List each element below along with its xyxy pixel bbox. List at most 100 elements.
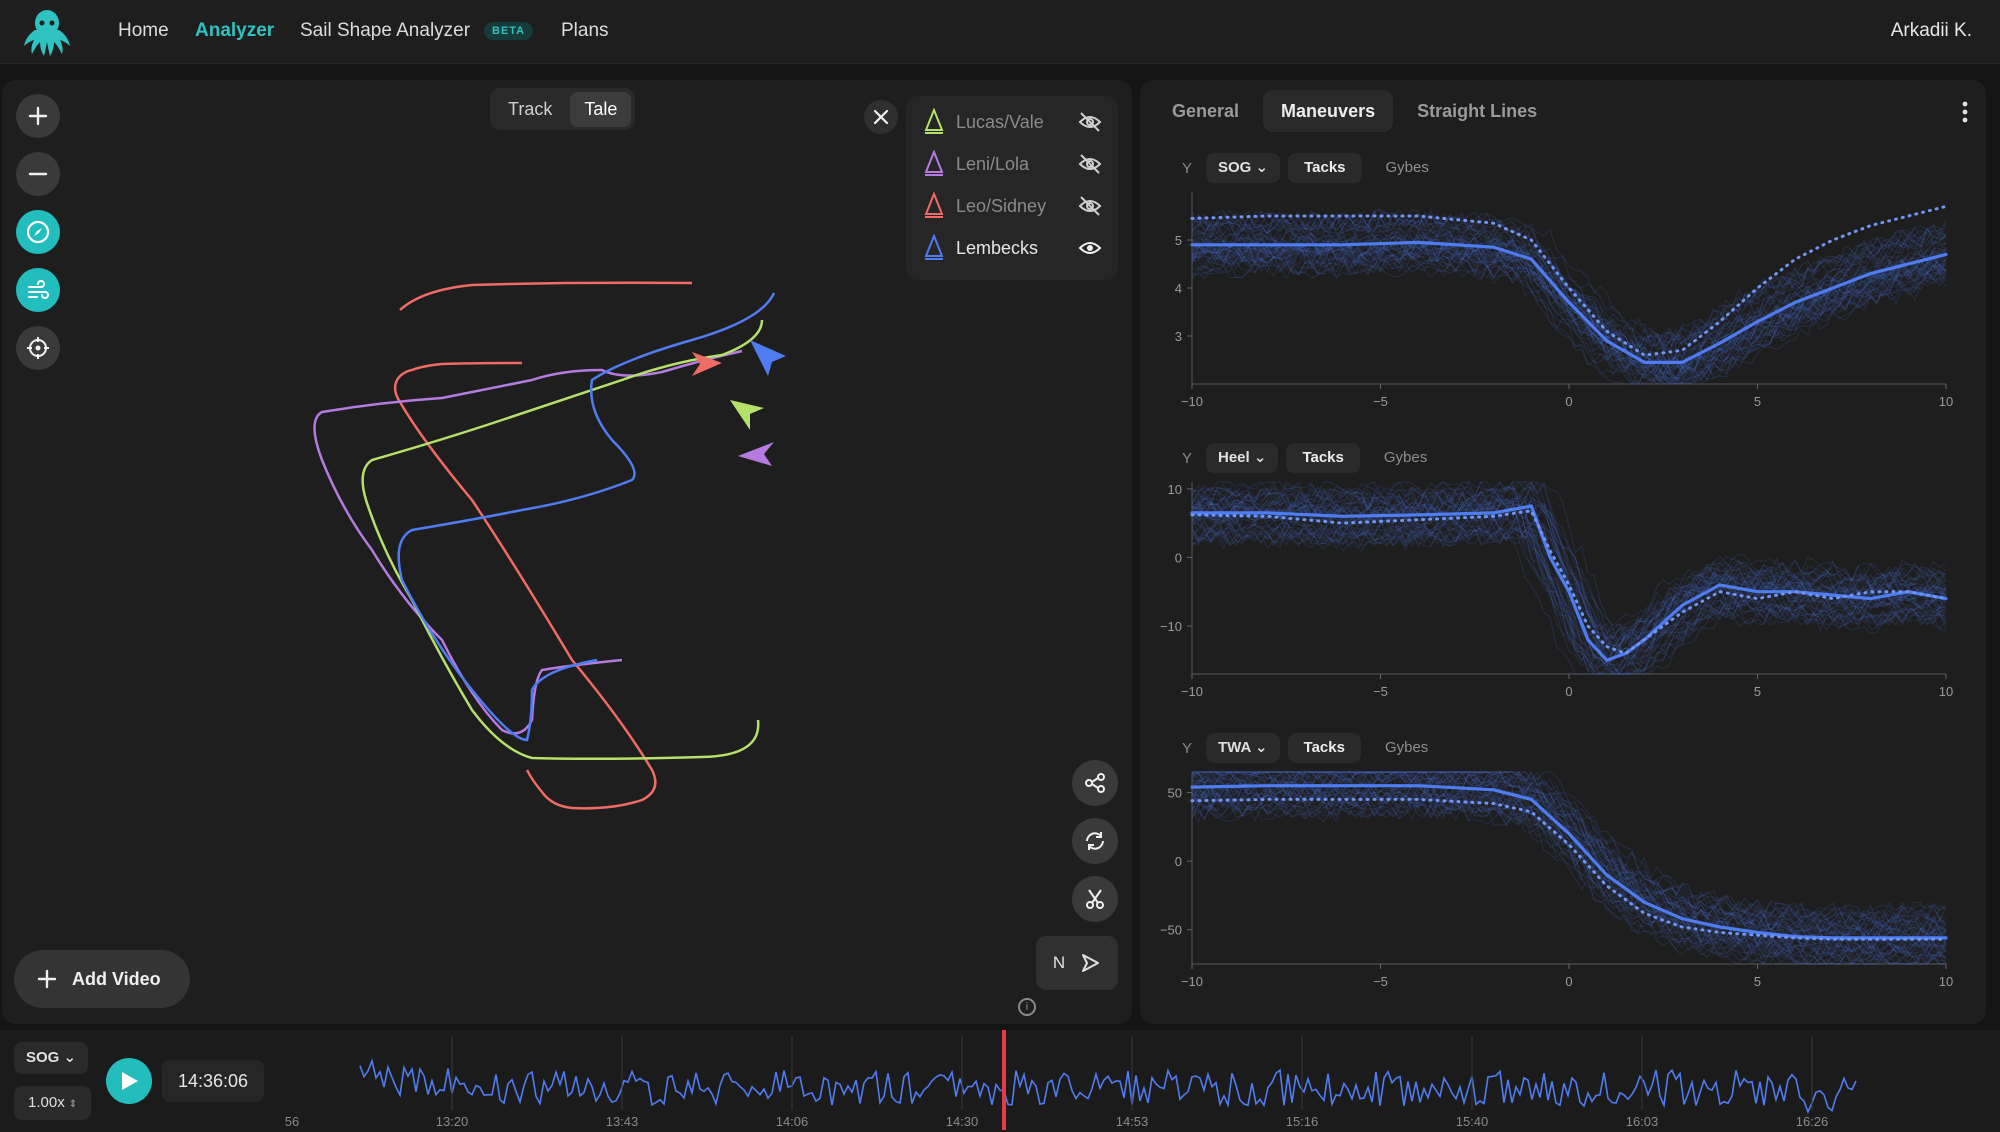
- x-tick-label: 10: [1939, 394, 1953, 409]
- time-tick-label: 56: [285, 1114, 299, 1129]
- chart-twa-controls: Y TWA ⌄ Tacks Gybes: [1182, 732, 1444, 764]
- legend-row-leo-sidney[interactable]: Leo/Sidney: [918, 186, 1110, 226]
- compass-button[interactable]: [16, 210, 60, 254]
- tab-general[interactable]: General: [1154, 90, 1257, 132]
- zoom-out-button[interactable]: [16, 152, 60, 196]
- x-tick-label: 0: [1565, 394, 1572, 409]
- minus-icon: [28, 172, 48, 176]
- time-tick-label: 13:43: [606, 1114, 639, 1129]
- metric-select-sog[interactable]: SOG ⌄: [1206, 153, 1281, 183]
- view-tale[interactable]: Tale: [570, 91, 632, 127]
- track-lembecks: [397, 292, 776, 742]
- timeline-sparkline[interactable]: 56 13:20 13:43 14:06 14:30 14:53 15:16 15:40 16:…: [0, 1030, 2000, 1132]
- x-tick-label: −10: [1181, 974, 1203, 989]
- cut-button[interactable]: [1072, 876, 1118, 922]
- add-video-button[interactable]: Add Video: [14, 950, 190, 1008]
- legend-row-lucas-vale[interactable]: Lucas/Vale: [918, 102, 1110, 142]
- metric-select-twa[interactable]: TWA ⌄: [1206, 733, 1280, 763]
- y-axis-label: Y: [1182, 739, 1193, 757]
- track-leo-sidney-cont: [399, 281, 693, 311]
- y-tick-label: −10: [1160, 619, 1182, 634]
- y-tick-label: 0: [1175, 550, 1182, 565]
- chart-twa[interactable]: −10 −5 0 5 10−50050: [1140, 768, 1986, 994]
- y-tick-label: 3: [1175, 329, 1182, 344]
- x-tick-label: 5: [1754, 684, 1761, 699]
- play-button[interactable]: [106, 1058, 152, 1104]
- nav-home[interactable]: Home: [118, 20, 169, 42]
- current-time: 14:36:06: [162, 1060, 265, 1102]
- individual-traces: [1191, 207, 1947, 386]
- y-tick-label: 10: [1168, 482, 1182, 497]
- eye-off-icon[interactable]: [1078, 195, 1102, 217]
- close-icon: [873, 109, 889, 125]
- time-tick-label: 15:40: [1456, 1114, 1489, 1129]
- crosshair-icon: [27, 337, 49, 359]
- refresh-button[interactable]: [1072, 818, 1118, 864]
- chart-sog-controls: Y SOG ⌄ Tacks Gybes: [1182, 152, 1445, 184]
- track-leni-lola: [313, 349, 743, 735]
- map-panel: Track Tale Lucas/Vale Leni/Lola Leo/Sidn…: [2, 80, 1132, 1024]
- playback-speed-stepper[interactable]: 1.00x ⇕: [14, 1086, 92, 1120]
- time-tick-label: 14:30: [946, 1114, 979, 1129]
- wind-button[interactable]: [16, 268, 60, 312]
- timeline-metric-select[interactable]: SOG ⌄: [14, 1042, 89, 1074]
- y-axis-label: Y: [1182, 449, 1193, 467]
- filter-tacks[interactable]: Tacks: [1288, 153, 1362, 183]
- filter-tacks[interactable]: Tacks: [1287, 733, 1361, 763]
- filter-gybes[interactable]: Gybes: [1370, 153, 1445, 183]
- boat-name: Leo/Sidney: [956, 195, 1047, 216]
- x-tick-label: 10: [1939, 684, 1953, 699]
- sailboat-icon: [924, 150, 944, 176]
- filter-tacks[interactable]: Tacks: [1286, 443, 1360, 473]
- x-tick-label: 0: [1565, 974, 1572, 989]
- x-tick-label: 5: [1754, 974, 1761, 989]
- legend-row-leni-lola[interactable]: Leni/Lola: [918, 144, 1110, 184]
- metric-select-heel[interactable]: Heel ⌄: [1206, 443, 1279, 473]
- x-tick-label: 10: [1939, 974, 1953, 989]
- octopus-logo-icon[interactable]: [20, 6, 74, 58]
- time-tick-label: 14:53: [1116, 1114, 1149, 1129]
- eye-off-icon[interactable]: [1078, 111, 1102, 133]
- chart-sog[interactable]: −10 −5 0 5 10 3 4 5: [1140, 188, 1986, 414]
- y-tick-label: 0: [1175, 854, 1182, 869]
- view-track[interactable]: Track: [494, 92, 566, 127]
- x-tick-label: 5: [1754, 394, 1761, 409]
- sailboat-icon: [924, 192, 944, 218]
- y-tick-label: −50: [1160, 923, 1182, 938]
- info-icon[interactable]: i: [1018, 998, 1036, 1016]
- nav-sail-shape-analyzer[interactable]: Sail Shape Analyzer: [300, 20, 470, 42]
- filter-gybes[interactable]: Gybes: [1368, 443, 1443, 473]
- boat-marker-lucas-vale: [730, 400, 764, 430]
- legend-row-lembecks[interactable]: Lembecks: [918, 228, 1110, 268]
- individual-traces: [1191, 480, 1947, 675]
- nav-plans[interactable]: Plans: [561, 20, 609, 42]
- y-tick-label: 4: [1175, 281, 1182, 296]
- zoom-in-button[interactable]: [16, 94, 60, 138]
- boat-marker-leni-lola: [738, 442, 774, 466]
- more-options-icon[interactable]: [1960, 100, 1970, 124]
- plus-icon: [37, 969, 57, 989]
- north-orientation-toggle[interactable]: N: [1036, 936, 1118, 990]
- sailboat-icon: [924, 234, 944, 260]
- refresh-icon: [1086, 832, 1104, 850]
- x-tick-label: −10: [1181, 394, 1203, 409]
- eye-off-icon[interactable]: [1078, 153, 1102, 175]
- time-tick-label: 14:06: [776, 1114, 809, 1129]
- eye-icon[interactable]: [1078, 237, 1102, 259]
- tab-straight-lines[interactable]: Straight Lines: [1399, 90, 1555, 132]
- analysis-panel: General Maneuvers Straight Lines Y SOG ⌄…: [1140, 80, 1986, 1024]
- time-tick-label: 16:26: [1796, 1114, 1829, 1129]
- tab-maneuvers[interactable]: Maneuvers: [1263, 90, 1394, 132]
- analysis-tabs: General Maneuvers Straight Lines: [1154, 90, 1555, 134]
- add-video-label: Add Video: [72, 968, 161, 989]
- close-legend-button[interactable]: [864, 100, 898, 134]
- boat-legend: Lucas/Vale Leni/Lola Leo/Sidney Lembecks: [906, 96, 1118, 280]
- share-button[interactable]: [1072, 760, 1118, 806]
- top-navigation: Home Analyzer Sail Shape Analyzer BETA P…: [0, 0, 2000, 64]
- user-menu[interactable]: Arkadii K.: [1891, 20, 1972, 42]
- locate-button[interactable]: [16, 326, 60, 370]
- filter-gybes[interactable]: Gybes: [1369, 733, 1444, 763]
- chart-heel[interactable]: −10 −5 0 5 10 −10 0 10: [1140, 478, 1986, 704]
- track-leo-sidney: [393, 361, 657, 810]
- nav-analyzer[interactable]: Analyzer: [195, 20, 274, 42]
